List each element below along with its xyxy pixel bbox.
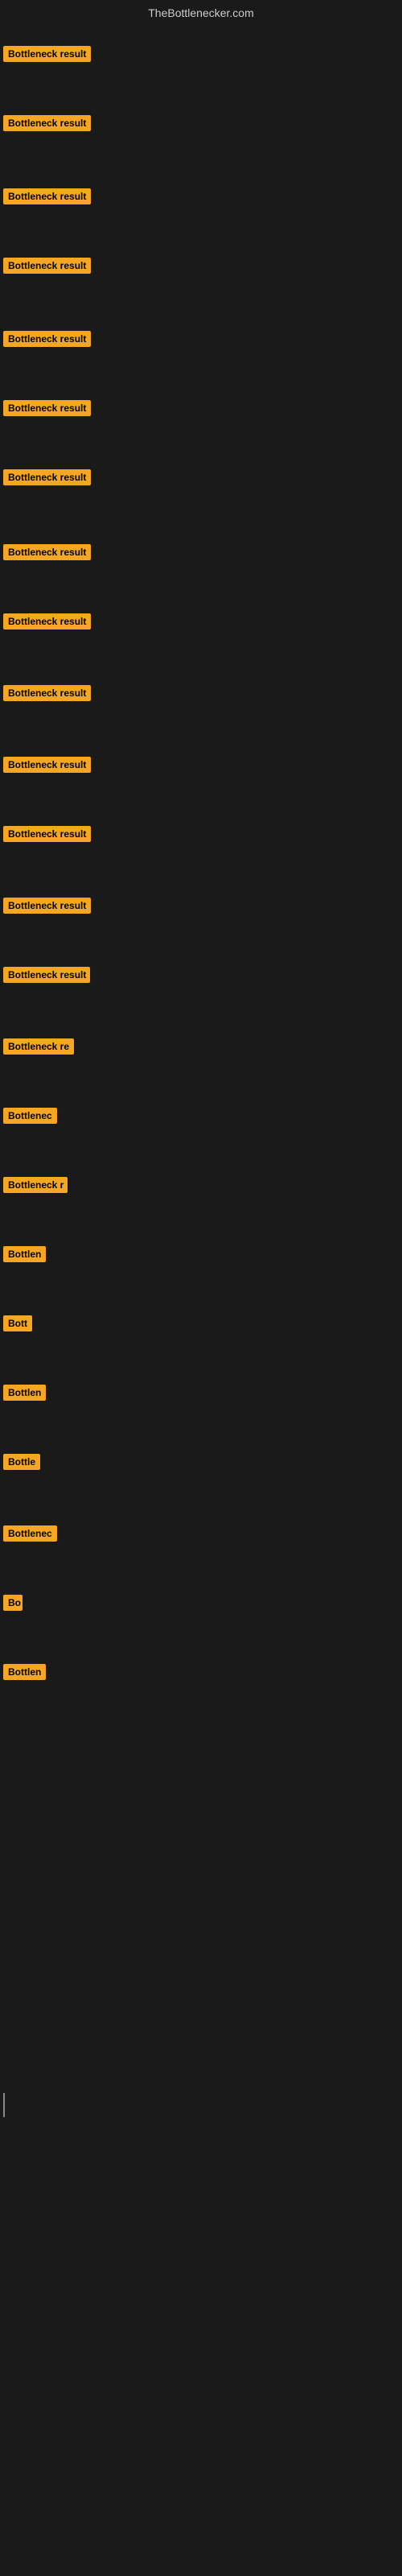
- list-item[interactable]: Bottleneck result: [3, 757, 91, 777]
- bottleneck-badge: Bottleneck result: [3, 967, 90, 983]
- list-item[interactable]: Bott: [3, 1315, 32, 1335]
- list-item[interactable]: Bottlen: [3, 1664, 46, 1684]
- bottleneck-badge: Bottleneck result: [3, 331, 91, 347]
- list-item[interactable]: Bottleneck result: [3, 613, 91, 634]
- bottleneck-badge: Bottlenec: [3, 1108, 57, 1124]
- bottleneck-badge: Bottleneck result: [3, 898, 91, 914]
- list-item[interactable]: Bottle: [3, 1454, 40, 1474]
- bottleneck-badge: Bottleneck result: [3, 400, 91, 416]
- bottleneck-badge: Bottleneck result: [3, 826, 91, 842]
- bottleneck-badge: Bott: [3, 1315, 32, 1331]
- list-item[interactable]: Bottlen: [3, 1385, 46, 1405]
- list-item[interactable]: Bottleneck result: [3, 826, 91, 846]
- list-item[interactable]: Bottleneck result: [3, 898, 91, 918]
- bottleneck-badge: Bottleneck result: [3, 46, 91, 62]
- list-item[interactable]: Bottleneck result: [3, 400, 91, 420]
- site-title: TheBottlenecker.com: [0, 0, 402, 23]
- list-item[interactable]: Bottleneck result: [3, 188, 91, 208]
- bottleneck-badge: Bottleneck result: [3, 469, 91, 485]
- bottleneck-badge: Bottleneck result: [3, 544, 91, 560]
- list-item[interactable]: Bottleneck result: [3, 46, 91, 66]
- list-item[interactable]: Bottleneck result: [3, 469, 91, 489]
- bottleneck-badge: Bo: [3, 1595, 23, 1611]
- bottleneck-badge: Bottleneck result: [3, 258, 91, 274]
- bottleneck-badge: Bottlen: [3, 1664, 46, 1680]
- bottleneck-badge: Bottle: [3, 1454, 40, 1470]
- bottleneck-badge: Bottleneck re: [3, 1038, 74, 1055]
- bottleneck-badge: Bottlen: [3, 1385, 46, 1401]
- bottleneck-badge: Bottleneck r: [3, 1177, 68, 1193]
- list-item[interactable]: Bottleneck result: [3, 115, 91, 135]
- cursor-line: [3, 2093, 5, 2117]
- list-item[interactable]: Bottlen: [3, 1246, 46, 1266]
- bottleneck-badge: Bottlen: [3, 1246, 46, 1262]
- bottleneck-badge: Bottleneck result: [3, 685, 91, 701]
- bottleneck-badge: Bottleneck result: [3, 757, 91, 773]
- list-item[interactable]: Bottleneck r: [3, 1177, 68, 1197]
- list-item[interactable]: Bottleneck re: [3, 1038, 74, 1059]
- list-item[interactable]: Bottleneck result: [3, 967, 90, 987]
- list-item[interactable]: Bottlenec: [3, 1525, 57, 1546]
- list-item[interactable]: Bo: [3, 1595, 23, 1615]
- list-item[interactable]: Bottlenec: [3, 1108, 57, 1128]
- bottleneck-badge: Bottleneck result: [3, 188, 91, 204]
- bottleneck-badge: Bottlenec: [3, 1525, 57, 1542]
- bottleneck-badge: Bottleneck result: [3, 613, 91, 630]
- list-item[interactable]: Bottleneck result: [3, 544, 91, 564]
- list-item[interactable]: Bottleneck result: [3, 258, 91, 278]
- list-item[interactable]: Bottleneck result: [3, 331, 91, 351]
- list-item[interactable]: Bottleneck result: [3, 685, 91, 705]
- bottleneck-badge: Bottleneck result: [3, 115, 91, 131]
